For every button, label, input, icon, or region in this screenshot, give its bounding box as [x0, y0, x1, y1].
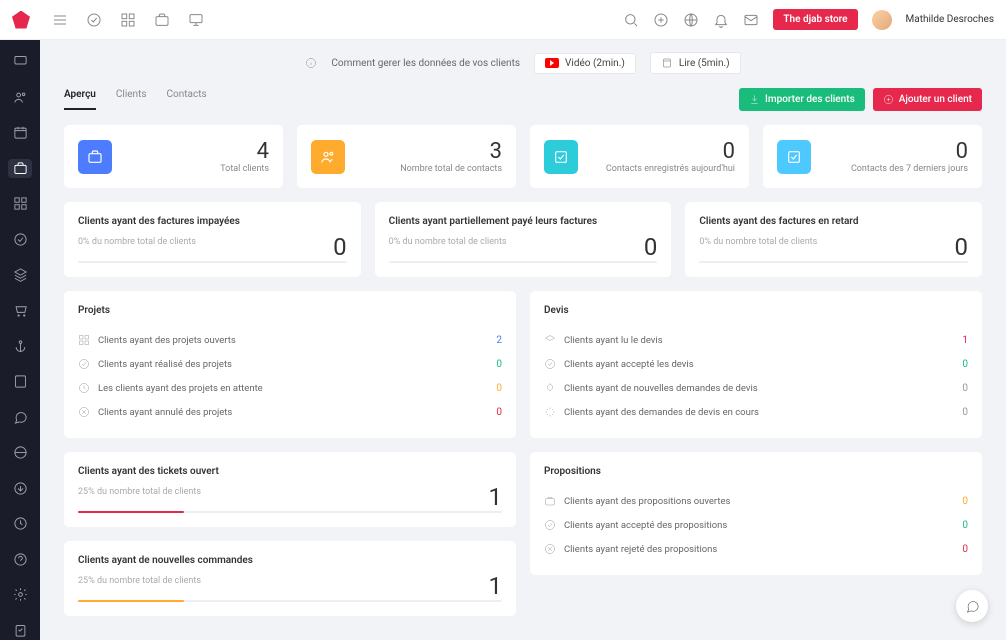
sidebar-book-icon[interactable] — [8, 372, 32, 392]
bell-icon[interactable] — [713, 12, 729, 28]
left-column: Projets Clients ayant des projets ouvert… — [64, 291, 516, 616]
card-partial-invoices: Clients ayant partiellement payé leurs f… — [375, 202, 672, 277]
card-late-invoices: Clients ayant des factures en retard 0 0… — [685, 202, 982, 277]
mail-icon[interactable] — [743, 12, 759, 28]
avatar[interactable] — [872, 10, 892, 30]
monitor-icon[interactable] — [188, 12, 204, 28]
list-item[interactable]: Clients ayant des projets ouverts2 — [78, 328, 502, 352]
info-bar: Comment gerer les données de vos clients… — [64, 52, 982, 74]
video-pill[interactable]: Vidéo (2min.) — [534, 53, 636, 74]
search-icon[interactable] — [623, 12, 639, 28]
tab-clients[interactable]: Clients — [116, 89, 147, 110]
check-square-icon — [777, 140, 811, 174]
topbar-left-icons — [52, 12, 204, 28]
tab-contacts[interactable]: Contacts — [167, 89, 207, 110]
sidebar-anchor-icon[interactable] — [8, 336, 32, 356]
stat-total-clients: 4Total clients — [64, 125, 283, 188]
check-square-icon — [544, 140, 578, 174]
stat-contacts-today: 0Contacts enregistrés aujourd'hui — [530, 125, 749, 188]
sidebar-calendar-icon[interactable] — [8, 123, 32, 143]
tabs-row: Aperçu Clients Contacts Importer des cli… — [64, 88, 982, 111]
tab-apercu[interactable]: Aperçu — [64, 89, 96, 110]
stat-total-contacts: 3Nombre total de contacts — [297, 125, 516, 188]
youtube-icon — [545, 58, 559, 68]
stat-contacts-7days: 0Contacts des 7 derniers jours — [763, 125, 982, 188]
list-item[interactable]: Clients ayant rejeté des propositions0 — [544, 537, 968, 561]
sidebar-briefcase-icon[interactable] — [8, 159, 32, 179]
list-item[interactable]: Les clients ayant des projets en attente… — [78, 376, 502, 400]
sidebar-grid-icon[interactable] — [8, 194, 32, 214]
username: Mathilde Desroches — [906, 14, 994, 25]
list-item[interactable]: Clients ayant de nouvelles demandes de d… — [544, 376, 968, 400]
actions: Importer des clients Ajouter un client — [739, 88, 982, 111]
sidebar-clipboard-icon[interactable] — [8, 621, 32, 640]
list-item[interactable]: Clients ayant accepté les devis0 — [544, 352, 968, 376]
sidebar-clock-icon[interactable] — [8, 514, 32, 534]
info-icon — [305, 57, 317, 69]
tabs: Aperçu Clients Contacts — [64, 89, 207, 110]
grid-icon[interactable] — [120, 12, 136, 28]
sidebar-chat-icon[interactable] — [8, 407, 32, 427]
list-item[interactable]: Clients ayant réalisé des projets0 — [78, 352, 502, 376]
invoice-cards: Clients ayant des factures impayées 0 0%… — [64, 202, 982, 277]
sidebar-check-icon[interactable] — [8, 230, 32, 250]
book-icon — [661, 57, 673, 69]
card-orders: Clients ayant de nouvelles commandes 1 2… — [64, 541, 516, 616]
sidebar-layers-icon[interactable] — [8, 265, 32, 285]
briefcase-icon[interactable] — [154, 12, 170, 28]
chat-fab[interactable] — [956, 590, 988, 622]
topbar-right: The djab store Mathilde Desroches — [623, 9, 994, 30]
sidebar-import-icon[interactable] — [8, 478, 32, 498]
users-icon — [311, 140, 345, 174]
sidebar-settings-icon[interactable] — [8, 585, 32, 605]
info-text: Comment gerer les données de vos clients — [331, 58, 520, 69]
stats-row: 4Total clients 3Nombre total de contacts… — [64, 125, 982, 188]
list-item[interactable]: Clients ayant accepté des propositions0 — [544, 513, 968, 537]
card-devis: Devis Clients ayant lu le devis1 Clients… — [530, 291, 982, 438]
check-icon[interactable] — [86, 12, 102, 28]
card-propositions: Propositions Clients ayant des propositi… — [530, 452, 982, 575]
logo-icon — [12, 11, 30, 29]
list-item[interactable]: Clients ayant annulé des projets0 — [78, 400, 502, 424]
menu-icon[interactable] — [52, 12, 68, 28]
read-pill[interactable]: Lire (5min.) — [650, 52, 741, 74]
list-item[interactable]: Clients ayant des demandes de devis en c… — [544, 400, 968, 424]
sidebar-cart-icon[interactable] — [8, 301, 32, 321]
sidebar-help-icon[interactable] — [8, 549, 32, 569]
globe-icon[interactable] — [683, 12, 699, 28]
main-content: Comment gerer les données de vos clients… — [40, 40, 1006, 640]
sidebar — [0, 40, 40, 640]
right-column: Devis Clients ayant lu le devis1 Clients… — [530, 291, 982, 616]
briefcase-icon — [78, 140, 112, 174]
plus-circle-icon[interactable] — [653, 12, 669, 28]
list-item[interactable]: Clients ayant lu le devis1 — [544, 328, 968, 352]
list-item[interactable]: Clients ayant des propositions ouvertes0 — [544, 489, 968, 513]
import-clients-button[interactable]: Importer des clients — [739, 88, 865, 111]
card-projects: Projets Clients ayant des projets ouvert… — [64, 291, 516, 438]
store-button[interactable]: The djab store — [773, 9, 857, 30]
topbar: The djab store Mathilde Desroches — [0, 0, 1006, 40]
card-tickets: Clients ayant des tickets ouvert 1 25% d… — [64, 452, 516, 527]
sidebar-users-icon[interactable] — [8, 88, 32, 108]
sidebar-dashboard-icon[interactable] — [8, 52, 32, 72]
detail-row: Projets Clients ayant des projets ouvert… — [64, 291, 982, 616]
card-unpaid-invoices: Clients ayant des factures impayées 0 0%… — [64, 202, 361, 277]
add-client-button[interactable]: Ajouter un client — [873, 88, 982, 111]
sidebar-globe-icon[interactable] — [8, 443, 32, 463]
